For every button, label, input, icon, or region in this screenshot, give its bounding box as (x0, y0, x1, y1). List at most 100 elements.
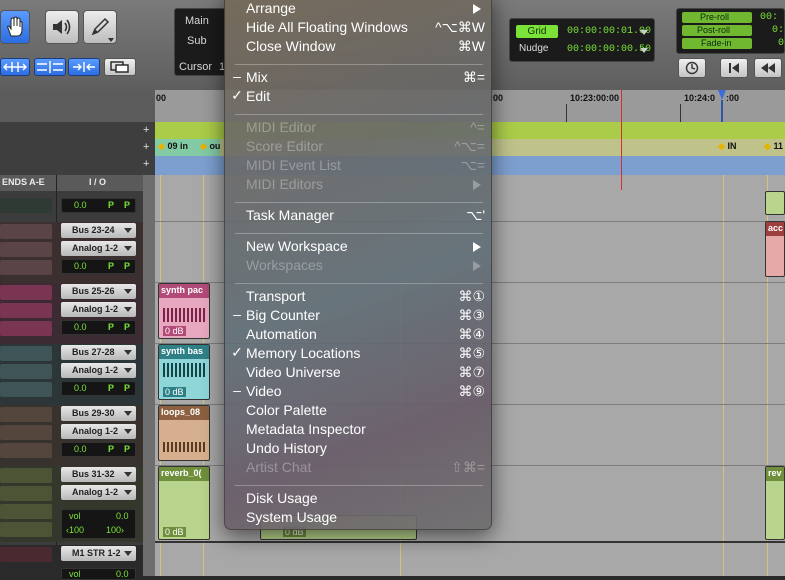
send-slot[interactable] (0, 364, 52, 379)
audio-clip[interactable]: rev (765, 466, 785, 540)
audio-clip[interactable]: synth bas 0 dB (158, 344, 210, 400)
menu-item-new-workspace[interactable]: New Workspace (225, 237, 491, 256)
send-slot[interactable] (0, 382, 52, 397)
menu-item-undo-history[interactable]: Undo History (225, 439, 491, 458)
input-selector[interactable]: Analog 1-2 (61, 302, 136, 317)
audio-clip[interactable]: loops_08 (158, 405, 210, 461)
menu-item-automation[interactable]: Automation ⌘④ (225, 325, 491, 344)
marker-11[interactable]: ◆ 11 (764, 141, 783, 152)
volume-readout[interactable]: 0.0 P P (61, 259, 136, 274)
audio-clip[interactable]: acc (765, 221, 785, 277)
menu-item-mix[interactable]: – Mix ⌘= (225, 68, 491, 87)
grid-value[interactable]: 00:00:00:01.00 (567, 26, 651, 37)
pan-p-button[interactable]: P (108, 444, 114, 454)
menu-item-metadata-inspector[interactable]: Metadata Inspector (225, 420, 491, 439)
audio-clip[interactable]: synth pac 0 dB (158, 283, 210, 339)
menu-item-color-palette[interactable]: Color Palette (225, 401, 491, 420)
volume-readout[interactable]: 0.0 P P (61, 320, 136, 335)
send-slot[interactable] (0, 468, 52, 483)
menu-item-video-universe[interactable]: Video Universe ⌘⑦ (225, 363, 491, 382)
track-scroll-strip[interactable] (143, 175, 155, 576)
input-selector[interactable]: Analog 1-2 (61, 241, 136, 256)
menu-item-hide-all-floating-windows[interactable]: Hide All Floating Windows ^⌥⌘W (225, 18, 491, 37)
volume-readout[interactable]: 0.0 P P (61, 198, 136, 213)
send-slot[interactable] (0, 486, 52, 501)
pan-p-button[interactable]: P (124, 383, 130, 393)
pan-p-button[interactable]: P (108, 261, 114, 271)
output-bus-selector[interactable]: Bus 29-30 (61, 406, 136, 421)
pencil-tool-button[interactable] (83, 10, 117, 44)
output-bus-selector[interactable]: Bus 25-26 (61, 284, 136, 299)
send-slot[interactable] (0, 224, 52, 239)
grid-mode-button[interactable] (104, 58, 136, 76)
output-bus-selector[interactable]: Bus 23-24 (61, 223, 136, 238)
menu-item-memory-locations[interactable]: ✓ Memory Locations ⌘⑤ (225, 344, 491, 363)
clip-gain[interactable]: 0 dB (163, 326, 186, 336)
marker-09-in[interactable]: ◆ 09 in (158, 141, 188, 152)
mode-button-spot[interactable] (68, 58, 100, 76)
menu-item-video[interactable]: – Video ⌘⑨ (225, 382, 491, 401)
input-selector[interactable]: Analog 1-2 (61, 424, 136, 439)
volume-pan-readout[interactable]: vol 0.0 ‹100 100› (61, 509, 136, 539)
mode-button-shuffle[interactable] (0, 58, 30, 76)
pan-p-button[interactable]: P (124, 322, 130, 332)
send-slot[interactable] (0, 346, 52, 361)
send-slot[interactable] (0, 547, 52, 562)
clip-gain[interactable]: 0 dB (163, 387, 186, 397)
menu-item-arrange[interactable]: Arrange (225, 0, 491, 18)
grid-dropdown-icon[interactable] (640, 30, 648, 35)
clip-gain[interactable]: 0 dB (163, 527, 186, 537)
send-slot[interactable] (0, 285, 52, 300)
add-ruler-plus-icon[interactable]: + (143, 122, 153, 139)
grid-label[interactable]: Grid (516, 25, 558, 38)
output-bus-selector[interactable]: Bus 27-28 (61, 345, 136, 360)
volume-readout[interactable]: 0.0 P P (61, 381, 136, 396)
postroll-value[interactable]: 0: (772, 25, 784, 36)
send-slot[interactable] (0, 443, 52, 458)
pan-p-button[interactable]: P (108, 383, 114, 393)
pan-p-button[interactable]: P (108, 200, 114, 210)
pan-p-button[interactable]: P (124, 444, 130, 454)
volume-readout[interactable]: 0.0 P P (61, 442, 136, 457)
audio-clip[interactable]: reverb_0( 0 dB (158, 466, 210, 540)
rewind-button[interactable] (754, 58, 782, 78)
nudge-value[interactable]: 00:00:00:00.50 (567, 44, 651, 55)
scrubber-tool-button[interactable] (45, 10, 79, 44)
send-slot[interactable] (0, 321, 52, 336)
grabber-tool-button[interactable] (0, 10, 30, 44)
menu-item-big-counter[interactable]: – Big Counter ⌘③ (225, 306, 491, 325)
input-selector[interactable]: Analog 1-2 (61, 485, 136, 500)
send-slot[interactable] (0, 504, 52, 519)
volume-readout[interactable]: vol 0.0 (61, 568, 136, 580)
menu-item-transport[interactable]: Transport ⌘① (225, 287, 491, 306)
output-bus-selector[interactable]: M1 STR 1-2 (61, 546, 136, 561)
add-marker-plus-icon[interactable]: + (143, 139, 153, 156)
marker-in[interactable]: ◆ IN (718, 141, 736, 152)
output-bus-selector[interactable]: Bus 31-32 (61, 467, 136, 482)
nudge-dropdown-icon[interactable] (640, 48, 648, 53)
pan-p-button[interactable]: P (124, 261, 130, 271)
mode-button-slip[interactable] (34, 58, 66, 76)
menu-item-disk-usage[interactable]: Disk Usage (225, 489, 491, 508)
menu-item-system-usage[interactable]: System Usage (225, 508, 491, 527)
send-slot[interactable] (0, 425, 52, 440)
send-slot[interactable] (0, 242, 52, 257)
preroll-value[interactable]: 00: (760, 12, 778, 23)
send-slot[interactable] (0, 260, 52, 275)
send-slot[interactable] (0, 303, 52, 318)
marker-out[interactable]: ◆ ou (200, 141, 220, 152)
online-button[interactable] (678, 58, 706, 78)
add-ruler-plus-icon[interactable]: + (143, 156, 153, 173)
pan-left-value[interactable]: ‹100 (66, 525, 84, 535)
send-slot[interactable] (0, 198, 52, 213)
menu-item-task-manager[interactable]: Task Manager ⌥' (225, 206, 491, 225)
pan-p-button[interactable]: P (124, 200, 130, 210)
input-selector[interactable]: Analog 1-2 (61, 363, 136, 378)
fadein-value[interactable]: 0 (778, 38, 784, 49)
pan-right-value[interactable]: 100› (106, 525, 124, 535)
send-slot[interactable] (0, 407, 52, 422)
pan-p-button[interactable]: P (108, 322, 114, 332)
playhead-marker-icon[interactable] (718, 90, 726, 100)
audio-clip[interactable] (765, 191, 785, 215)
send-slot[interactable] (0, 522, 52, 537)
